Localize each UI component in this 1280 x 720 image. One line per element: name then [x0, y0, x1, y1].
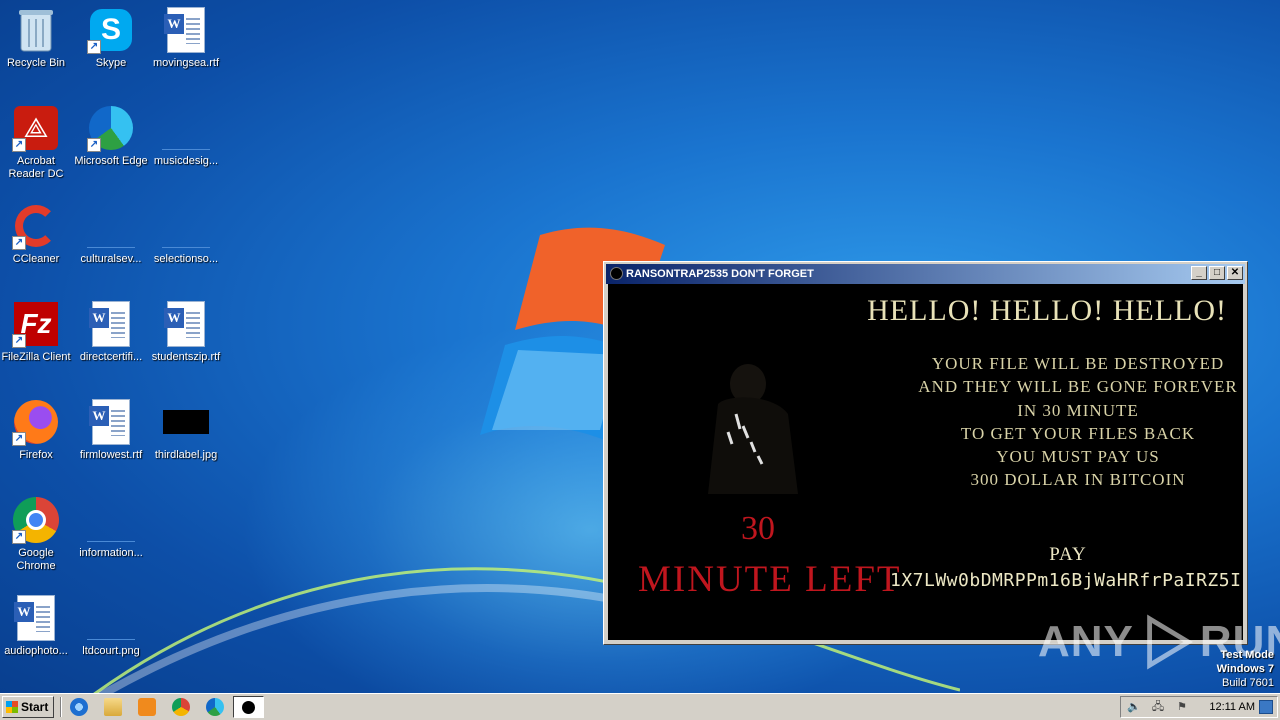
desktop-icon-firefox[interactable]: ↗ Firefox [0, 398, 74, 462]
desktop-icon-studentszip[interactable]: W studentszip.rtf [148, 300, 224, 364]
windows-logo-icon [6, 701, 18, 713]
image-thumbnail-icon [162, 398, 210, 446]
acrobat-reader-icon: ⟁ ↗ [12, 104, 60, 152]
taskbar: Start 🔈 🖧 ⚑ 12:11 AM [0, 693, 1280, 720]
folder-icon[interactable] [104, 698, 122, 716]
build-label: Build 7601 [1222, 677, 1274, 689]
blank-file-icon [162, 202, 210, 250]
desktop-icon-recycle-bin[interactable]: Recycle Bin [0, 6, 74, 70]
ransom-window[interactable]: RANSONTRAP2535 DON'T FORGET _ □ ✕ HELLO!… [603, 261, 1248, 645]
desktop-icon-ccleaner[interactable]: ↗ CCleaner [0, 202, 74, 266]
desktop-icon-movingsea[interactable]: W movingsea.rtf [148, 6, 224, 70]
test-mode-info: Test Mode Windows 7 Build 7601 [1217, 648, 1274, 690]
recycle-bin-icon [12, 6, 60, 54]
edge-icon: ↗ [87, 104, 135, 152]
desktop-icon-ltdcourt[interactable]: ltdcourt.png [73, 594, 149, 658]
action-center-flag-icon[interactable]: ⚑ [1175, 701, 1189, 714]
desktop-icon-edge[interactable]: ↗ Microsoft Edge [73, 104, 149, 168]
window-controls: _ □ ✕ [1191, 266, 1243, 280]
desktop-icon-audiophoto[interactable]: W audiophoto... [0, 594, 74, 658]
desktop-icon-chrome[interactable]: ↗ Google Chrome [0, 496, 74, 573]
start-label: Start [21, 700, 49, 714]
network-icon[interactable]: 🖧 [1151, 701, 1165, 714]
watermark-left: ANY [1038, 617, 1134, 666]
close-button[interactable]: ✕ [1227, 266, 1243, 280]
countdown-value: 30 [741, 510, 775, 547]
taskbar-ransom-app-button[interactable] [233, 696, 264, 718]
ransom-content: HELLO! HELLO! HELLO! YOUR FILE WILL BE D… [608, 284, 1243, 640]
bitcoin-address: 1X7LWw0bDMRPPm16BjWaHRfrPaIRZ5IiD8 [890, 570, 1243, 591]
word-document-icon: W [87, 300, 135, 348]
show-desktop-button[interactable] [1259, 700, 1273, 714]
edge-icon[interactable] [206, 698, 224, 716]
desktop-icon-directcertifi[interactable]: W directcertifi... [73, 300, 149, 364]
media-player-icon[interactable] [138, 698, 156, 716]
desktop-icon-thirdlabel[interactable]: thirdlabel.jpg [148, 398, 224, 462]
desktop-icon-musicdesig[interactable]: musicdesig... [148, 104, 224, 168]
os-label: Windows 7 [1216, 663, 1274, 675]
chrome-icon: ↗ [12, 496, 60, 544]
desktop-icon-filezilla[interactable]: Fz ↗ FileZilla Client [0, 300, 74, 364]
taskbar-separator [60, 697, 62, 717]
skype-icon: S ↗ [87, 6, 135, 54]
firefox-icon: ↗ [12, 398, 60, 446]
desktop-icon-firmlowest[interactable]: W firmlowest.rtf [73, 398, 149, 462]
maximize-button[interactable]: □ [1209, 266, 1225, 280]
minimize-button[interactable]: _ [1191, 266, 1207, 280]
message-line: YOUR FILE WILL BE DESTROYED [931, 354, 1225, 373]
message-line: 300 DOLLAR IN BITCOIN [970, 470, 1186, 490]
speaker-icon[interactable]: 🔈 [1127, 701, 1141, 714]
hooded-figure-image [708, 364, 798, 494]
clock[interactable]: 12:11 AM [1201, 697, 1255, 717]
desktop-icon-information[interactable]: information... [73, 496, 149, 560]
internet-explorer-icon[interactable] [70, 698, 88, 716]
message-line: AND THEY WILL BE GONE FOREVER [918, 377, 1238, 397]
pay-label: PAY [1049, 544, 1087, 565]
app-icon [610, 267, 623, 280]
ccleaner-icon: ↗ [12, 202, 60, 250]
desktop-icon-culturalsev[interactable]: culturalsev... [73, 202, 149, 266]
system-tray: 🔈 🖧 ⚑ 12:11 AM [1120, 696, 1278, 718]
chrome-icon[interactable] [172, 698, 190, 716]
message-line: YOU MUST PAY US [996, 447, 1160, 467]
desktop-icon-selectionso[interactable]: selectionso... [148, 202, 224, 266]
desktop-icon-skype[interactable]: S ↗ Skype [73, 6, 149, 70]
blank-file-icon [87, 496, 135, 544]
test-mode-label: Test Mode [1220, 649, 1274, 661]
ransom-message: YOUR FILE WILL BE DESTROYED AND THEY WIL… [908, 352, 1243, 492]
word-document-icon: W [12, 594, 60, 642]
filezilla-icon: Fz ↗ [12, 300, 60, 348]
message-line: TO GET YOUR FILES BACK [960, 423, 1196, 443]
word-document-icon: W [162, 6, 210, 54]
blank-file-icon [87, 202, 135, 250]
word-document-icon: W [87, 398, 135, 446]
blank-file-icon [162, 104, 210, 152]
message-line: IN 30 MINUTE [1017, 400, 1139, 420]
countdown-label: MINUTE LEFT [638, 559, 902, 600]
window-title: RANSONTRAP2535 DON'T FORGET [626, 268, 814, 280]
window-titlebar[interactable]: RANSONTRAP2535 DON'T FORGET _ □ ✕ [606, 264, 1245, 284]
blank-file-icon [87, 594, 135, 642]
start-button[interactable]: Start [2, 696, 54, 718]
desktop-icon-acrobat[interactable]: ⟁ ↗ Acrobat Reader DC [0, 104, 74, 181]
greeting-heading: HELLO! HELLO! HELLO! [867, 294, 1227, 327]
app-icon [242, 701, 255, 714]
play-icon [1147, 614, 1193, 670]
word-document-icon: W [162, 300, 210, 348]
